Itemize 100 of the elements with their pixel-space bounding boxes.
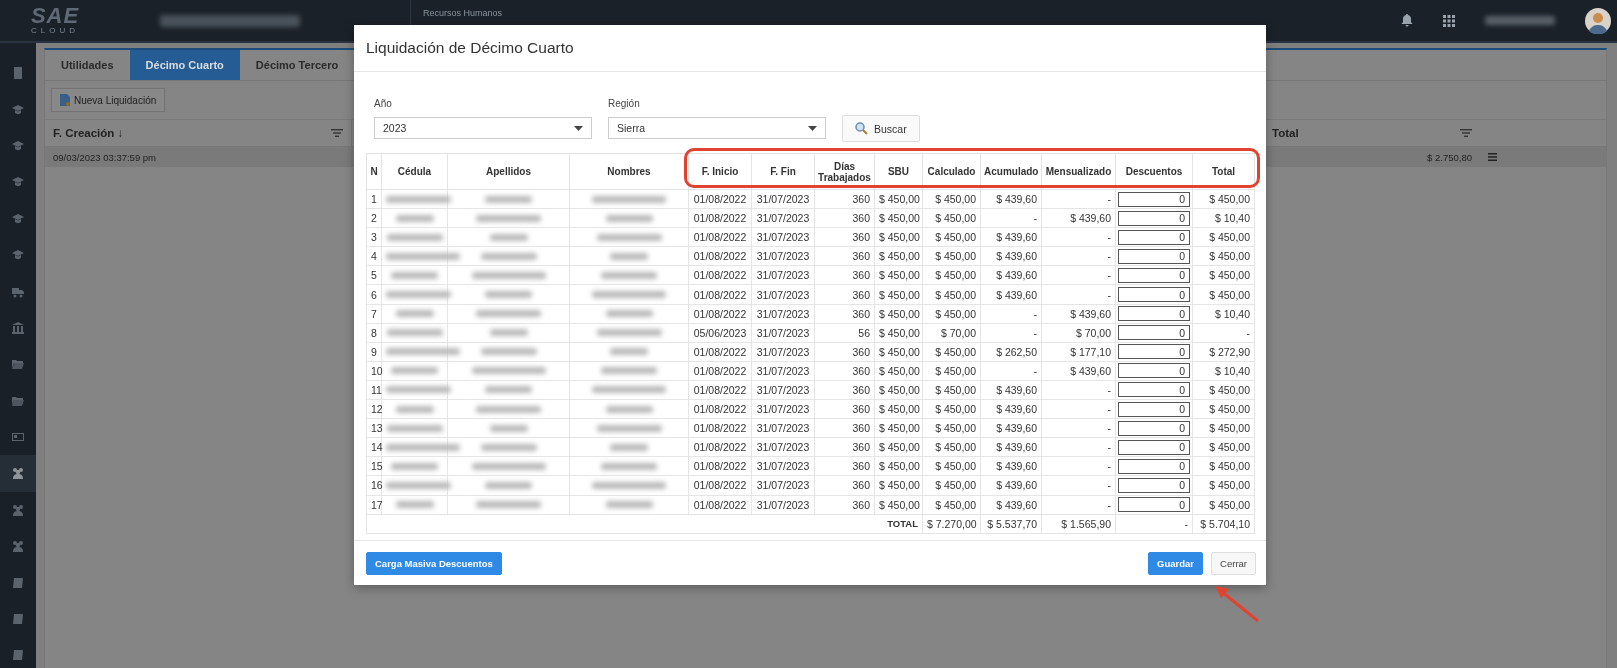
folder-icon xyxy=(12,358,24,371)
table-cell: $ 439,60 xyxy=(980,456,1042,476)
table-cell: $ 450,00 xyxy=(874,456,923,476)
table-cell: 360 xyxy=(814,495,875,515)
table-cell: 360 xyxy=(814,304,875,324)
blurred-text xyxy=(596,233,662,241)
input-field[interactable]: 0 xyxy=(1118,382,1190,398)
sidebar-item[interactable] xyxy=(0,455,36,492)
blurred-text xyxy=(391,462,438,470)
table-cell: 3 xyxy=(366,227,382,247)
table-cell: $ 70,00 xyxy=(1041,323,1116,343)
table-cell: 360 xyxy=(814,342,875,362)
table-cell: 7 xyxy=(366,304,382,324)
column-header: SBU xyxy=(874,153,923,190)
table-cell: $ 10,40 xyxy=(1192,361,1255,381)
dialog-button[interactable]: Guardar xyxy=(1148,551,1204,575)
table-cell: 31/07/2023 xyxy=(751,456,815,476)
input-field[interactable]: 0 xyxy=(1118,344,1190,360)
table-cell: - xyxy=(1041,227,1116,247)
blurred-text xyxy=(485,481,532,489)
table-cell: 31/07/2023 xyxy=(751,495,815,515)
table-cell: 4 xyxy=(366,246,382,266)
blurred-text xyxy=(605,501,653,509)
input-field[interactable]: 0 xyxy=(1118,401,1190,417)
blurred-text xyxy=(480,348,537,356)
book-icon xyxy=(12,613,24,626)
table-cell: 01/08/2022 xyxy=(688,265,752,285)
table-cell: - xyxy=(1041,265,1116,285)
table-cell: $ 450,00 xyxy=(1192,437,1255,457)
input-field[interactable]: 0 xyxy=(1118,420,1190,436)
input-field[interactable]: 0 xyxy=(1118,287,1190,302)
blurred-text xyxy=(489,329,528,337)
blurred-text xyxy=(596,424,662,432)
dialog-button[interactable]: Cerrar xyxy=(1211,551,1256,575)
input-field[interactable]: 0 xyxy=(1118,210,1190,226)
table-cell: $ 450,00 xyxy=(874,361,923,381)
table-cell: $ 5.704,10 xyxy=(1192,514,1255,534)
table-cell: 01/08/2022 xyxy=(688,208,752,228)
blurred-text xyxy=(386,424,443,432)
book-icon xyxy=(12,576,24,589)
table-cell: - xyxy=(1115,514,1193,534)
input-field[interactable]: 0 xyxy=(1118,229,1190,245)
table-cell: 01/08/2022 xyxy=(688,227,752,247)
column-header[interactable]: Total xyxy=(1272,127,1299,139)
table-cell: $ 177,10 xyxy=(1041,342,1116,362)
input-field[interactable]: 0 xyxy=(1118,267,1190,283)
input-field[interactable]: 0 xyxy=(1118,363,1190,379)
table-cell: - xyxy=(1041,399,1116,419)
dropdown[interactable]: 2023 xyxy=(374,117,592,139)
table-cell: $ 439,60 xyxy=(1041,304,1116,324)
table-cell: $ 439,60 xyxy=(980,399,1042,419)
column-header: Calculado xyxy=(922,153,981,190)
table-cell: $ 450,00 xyxy=(922,380,981,400)
table-cell: $ 10,40 xyxy=(1192,304,1255,324)
search-button[interactable]: Buscar xyxy=(842,115,920,142)
menu-icon[interactable] xyxy=(1488,153,1497,161)
new-settlement-button[interactable]: Nueva Liquidación xyxy=(51,88,166,112)
table-cell: $ 2.750,80 xyxy=(1427,151,1472,163)
input-field[interactable]: 0 xyxy=(1118,439,1190,455)
dialog-button[interactable]: Carga Masiva Descuentos xyxy=(366,551,502,575)
grid-icon[interactable] xyxy=(1443,14,1455,27)
filter-icon[interactable] xyxy=(331,129,343,137)
input-field[interactable]: 0 xyxy=(1118,306,1190,322)
tab[interactable]: Décimo Tercero xyxy=(239,50,355,80)
table-cell: 31/07/2023 xyxy=(751,361,815,381)
table-cell: - xyxy=(1041,189,1116,209)
blurred-text xyxy=(601,367,657,375)
input-field[interactable]: 0 xyxy=(1118,325,1190,341)
table-cell: 360 xyxy=(814,399,875,419)
filter-icon[interactable] xyxy=(1460,129,1472,137)
column-header[interactable]: F. Creación ↓ xyxy=(53,127,124,139)
dialog-title: Liquidación de Décimo Cuarto xyxy=(354,25,1266,72)
table-cell: $ 450,00 xyxy=(1192,418,1255,438)
blurred-text xyxy=(476,310,541,318)
table-cell: 14 xyxy=(366,437,382,457)
column-header: Cédula xyxy=(381,153,448,190)
table-cell: 9 xyxy=(366,342,382,362)
blurred-text xyxy=(601,271,657,279)
avatar[interactable] xyxy=(1585,7,1611,34)
input-field[interactable]: 0 xyxy=(1118,191,1190,207)
input-field[interactable]: 0 xyxy=(1118,458,1190,474)
tab[interactable]: Utilidades xyxy=(45,50,130,80)
input-field[interactable]: 0 xyxy=(1118,248,1190,264)
table-cell: 10 xyxy=(366,361,382,381)
blurred-text xyxy=(601,462,657,470)
table-cell: 360 xyxy=(814,456,875,476)
tab[interactable]: Décimo Cuarto xyxy=(129,50,240,80)
input-field[interactable]: 0 xyxy=(1118,497,1190,513)
graduation-cap-icon xyxy=(12,212,24,225)
table-cell: $ 450,00 xyxy=(1192,227,1255,247)
blurred-text xyxy=(395,405,434,413)
bell-icon[interactable] xyxy=(1401,14,1413,27)
dropdown[interactable]: Sierra xyxy=(608,117,826,139)
blurred-text xyxy=(610,443,648,451)
input-field[interactable]: 0 xyxy=(1118,477,1190,493)
blurred-text xyxy=(485,291,532,298)
table-cell: $ 70,00 xyxy=(922,323,981,343)
table-cell: $ 439,60 xyxy=(980,418,1042,438)
table-cell: 360 xyxy=(814,437,875,457)
table-cell: 31/07/2023 xyxy=(751,399,815,419)
